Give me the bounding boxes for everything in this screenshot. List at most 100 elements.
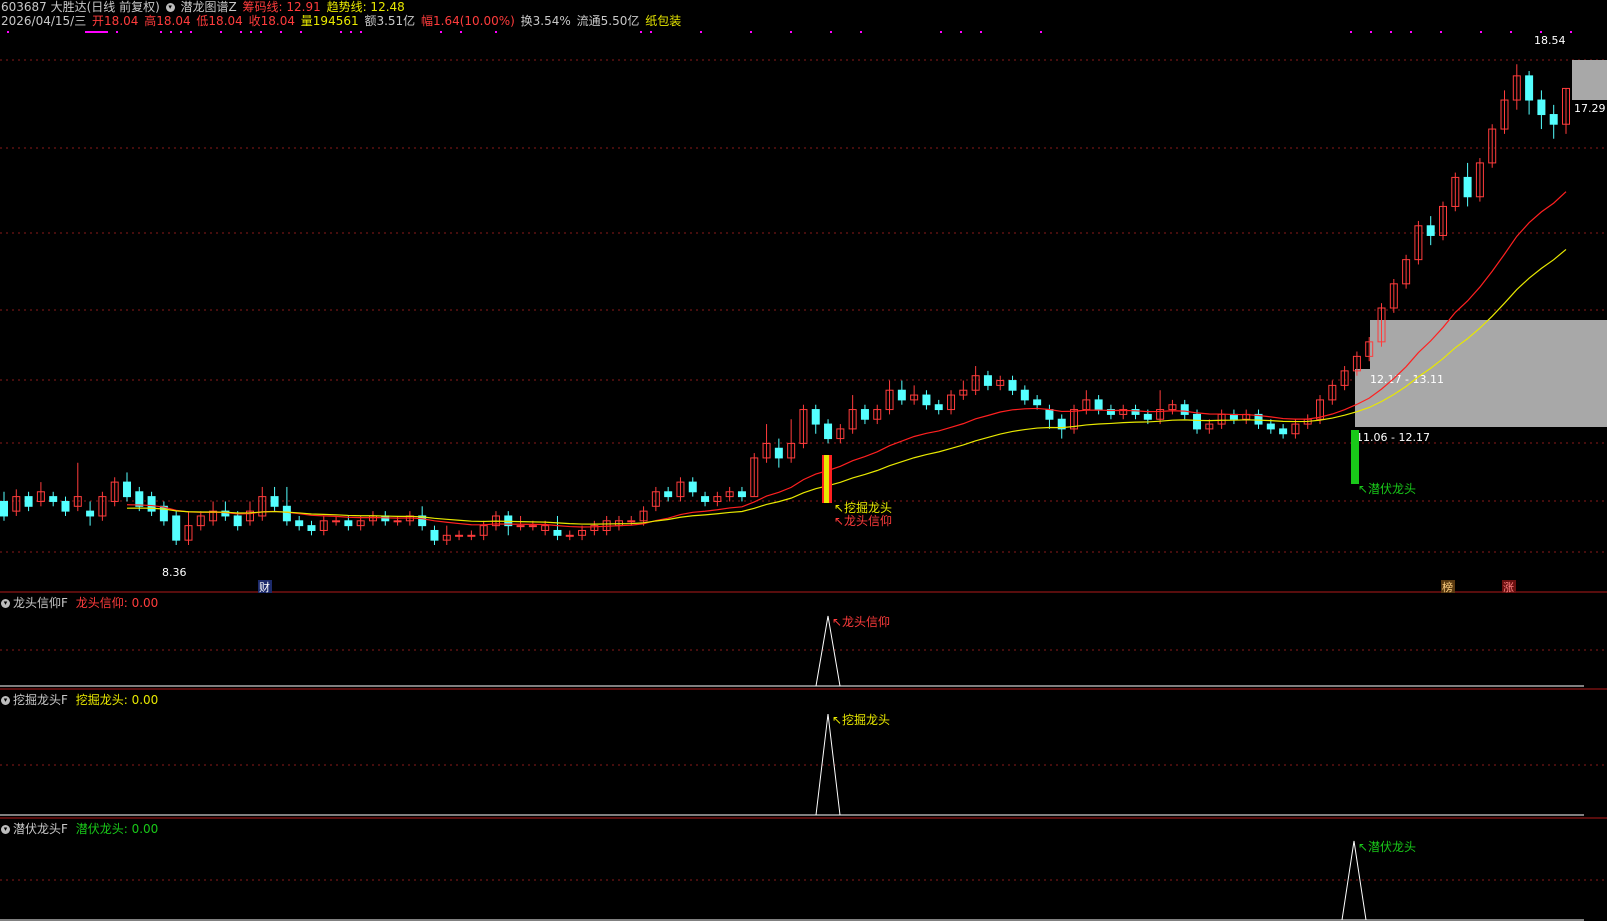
marker-dot — [280, 31, 282, 33]
candle-body — [0, 500, 8, 517]
pane-signal-label: ↖潜伏龙头 — [1358, 840, 1416, 854]
marker-dot — [830, 31, 832, 33]
marker-dot — [90, 31, 92, 33]
candle-body — [430, 529, 439, 541]
candle-body — [1549, 114, 1558, 125]
marker-dot — [350, 31, 352, 33]
kline-chart[interactable]: 12.17 - 13.11 11.06 - 12.17 18.54 17.29 8.36… — [0, 0, 1607, 921]
marker-dot — [1480, 31, 1482, 33]
candle-body — [1525, 75, 1534, 101]
min-price-label: 8.36 — [162, 566, 187, 579]
marker-dot — [440, 31, 442, 33]
candle-body — [1426, 225, 1435, 236]
candle-body — [172, 515, 181, 541]
marker-dot — [7, 31, 9, 33]
marker-dot — [106, 31, 108, 33]
marker-dot — [1540, 31, 1542, 33]
marker-dot — [1570, 31, 1572, 33]
candle-body — [1033, 399, 1042, 406]
zone-label: 11.06 - 12.17 — [1356, 431, 1430, 444]
candle-body — [516, 525, 525, 528]
signal-bar-dig — [824, 455, 829, 503]
candle-body — [565, 534, 574, 537]
marker-dot — [102, 31, 104, 33]
candle-body — [824, 423, 833, 440]
right-price-label: 17.29 — [1574, 102, 1606, 115]
candle-body — [61, 500, 70, 512]
signal-label-dig: ↖挖掘龙头 — [834, 500, 892, 515]
marker-dot — [98, 31, 100, 33]
candle-body — [24, 496, 33, 507]
marker-dot — [250, 31, 252, 33]
max-price-label: 18.54 — [1534, 34, 1566, 47]
candle-body — [282, 505, 291, 522]
candle-body — [332, 520, 341, 523]
marker-dot — [300, 31, 302, 33]
signal-label-hidden: ↖潜伏龙头 — [1358, 482, 1416, 496]
candle-body — [49, 496, 58, 502]
signal-label-faith: ↖龙头信仰 — [834, 513, 892, 528]
marker-dot — [860, 31, 862, 33]
marker-dot — [960, 31, 962, 33]
candle-body — [897, 389, 906, 401]
candle-body — [860, 409, 869, 420]
marker-dot — [260, 31, 262, 33]
marker-dot — [94, 31, 96, 33]
candle-body — [1045, 409, 1054, 420]
chip-line — [126, 191, 1567, 528]
candle-body — [1143, 413, 1152, 420]
marker-dot — [170, 31, 172, 33]
candle-body — [1008, 380, 1017, 391]
marker-dot — [104, 31, 106, 33]
pane-signal-label: ↖龙头信仰 — [832, 614, 890, 629]
marker-dot — [640, 31, 642, 33]
candle-body — [1180, 404, 1189, 415]
zone-box — [1370, 320, 1607, 369]
marker-dot — [92, 31, 94, 33]
marker-dot — [100, 31, 102, 33]
candle-body — [135, 491, 144, 507]
candle-body — [688, 481, 697, 493]
candle-body — [1094, 399, 1103, 411]
candle-body — [528, 525, 537, 528]
candle-body — [1279, 428, 1288, 435]
candle-body — [233, 515, 242, 527]
candle-body — [1537, 99, 1546, 116]
marker-dot — [190, 31, 192, 33]
candle-body — [553, 529, 562, 536]
zone-box — [1572, 60, 1607, 100]
candle-body — [1266, 423, 1275, 430]
signal-bar-hidden — [1351, 430, 1359, 484]
marker-dot — [980, 31, 982, 33]
marker-dot — [750, 31, 752, 33]
candle-body — [934, 404, 943, 411]
marker-dot — [650, 31, 652, 33]
candle-body — [270, 496, 279, 507]
candle-body — [86, 510, 95, 517]
candle-body — [983, 375, 992, 386]
marker-dot — [1350, 31, 1352, 33]
candle-body — [774, 447, 783, 459]
marker-dot — [790, 31, 792, 33]
marker-dot — [1390, 31, 1392, 33]
candle-body — [1463, 176, 1472, 198]
candle-body — [811, 409, 820, 425]
marker-dot — [1410, 31, 1412, 33]
marker-dot — [96, 31, 98, 33]
candle-body — [455, 534, 464, 537]
marker-dot — [1040, 31, 1042, 33]
candle-body — [295, 520, 304, 527]
candle-body — [393, 520, 402, 523]
marker-dot — [220, 31, 222, 33]
candle-body — [1193, 413, 1202, 430]
candle-body — [627, 520, 636, 523]
marker-dot — [1370, 31, 1372, 33]
trend-line — [126, 248, 1567, 525]
marker-dot — [1440, 31, 1442, 33]
marker-dot — [160, 31, 162, 33]
marker-dot — [700, 31, 702, 33]
candle-body — [122, 481, 131, 498]
zone-label: 12.17 - 13.11 — [1370, 373, 1444, 386]
marker-dot — [340, 31, 342, 33]
candle-body — [1020, 389, 1029, 401]
